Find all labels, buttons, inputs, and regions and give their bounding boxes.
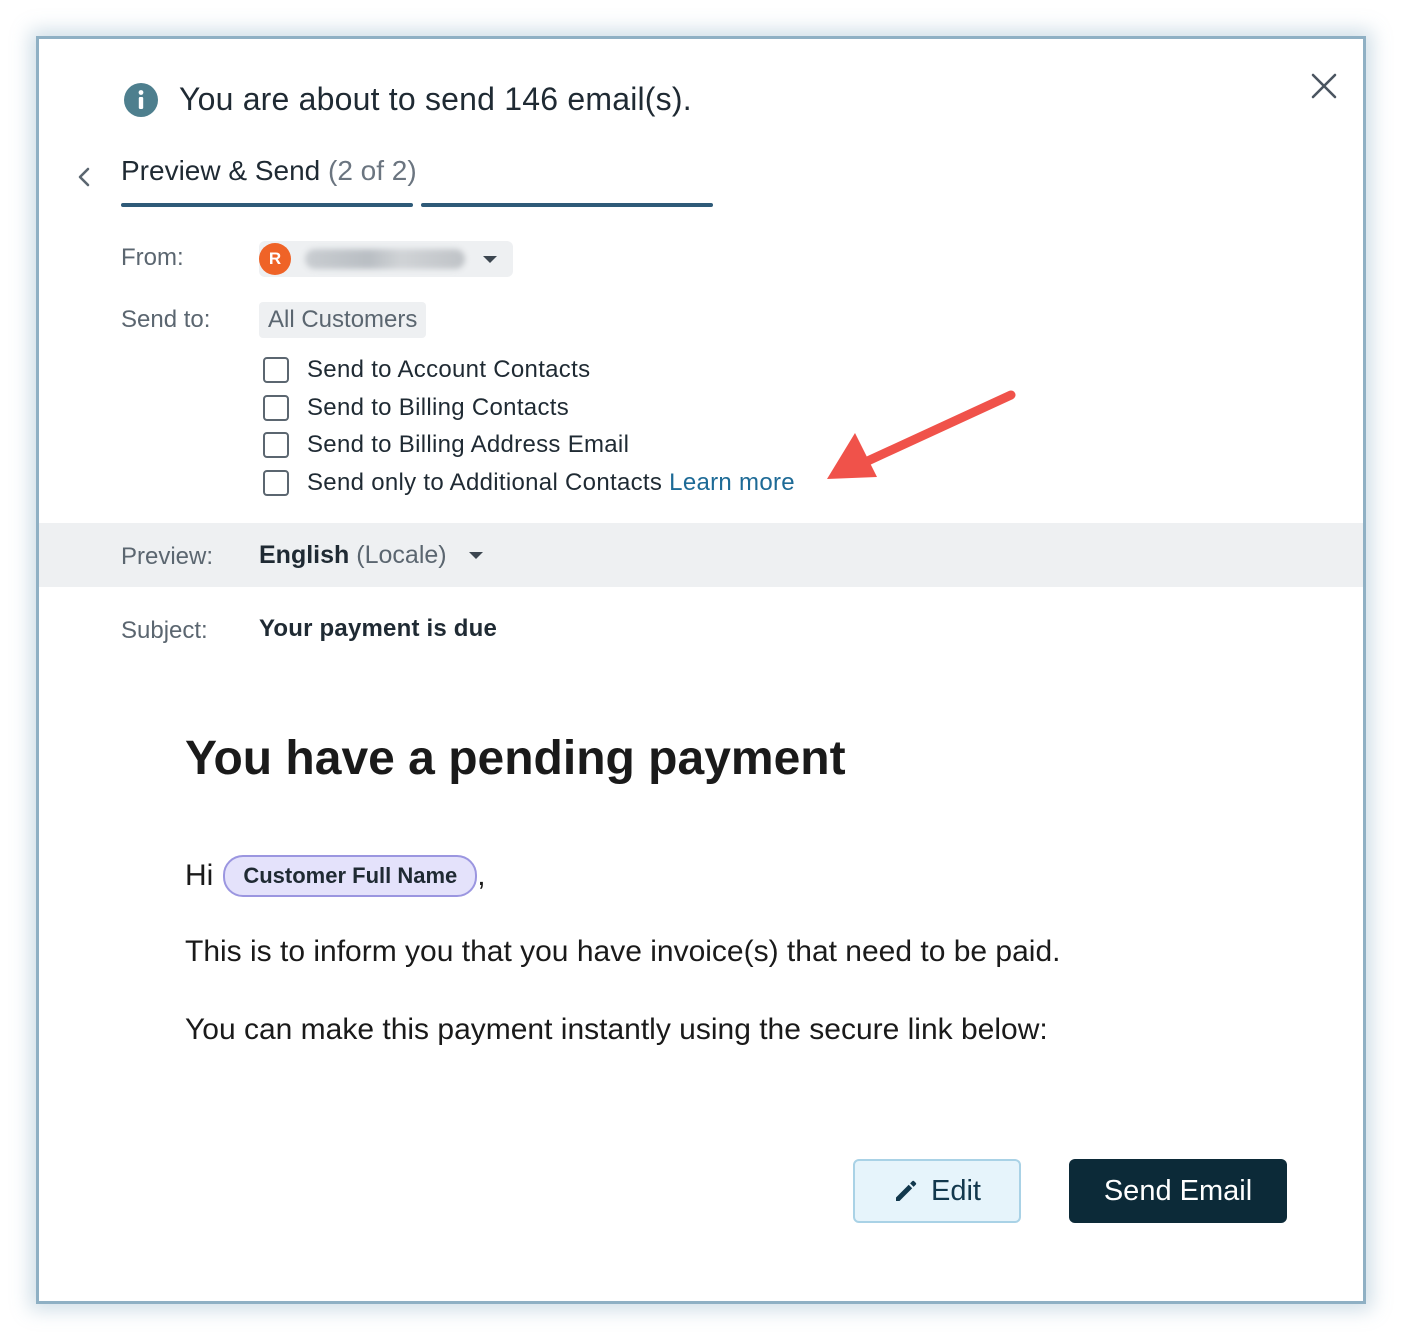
chevron-left-icon[interactable] xyxy=(73,163,95,191)
greeting-suffix: , xyxy=(477,859,486,892)
email-greeting: Hi Customer Full Name , xyxy=(185,855,486,897)
step-count: (2 of 2) xyxy=(328,155,417,186)
send-to-label: Send to: xyxy=(121,306,211,333)
merge-field-chip: Customer Full Name xyxy=(223,855,478,897)
edit-button[interactable]: Edit xyxy=(853,1159,1021,1223)
preview-band xyxy=(39,523,1363,587)
locale-select[interactable]: English (Locale) xyxy=(259,541,483,570)
from-select[interactable]: R xyxy=(259,241,513,277)
close-icon[interactable] xyxy=(1307,69,1341,103)
email-body-line-2: You can make this payment instantly usin… xyxy=(185,1013,1048,1046)
preview-label: Preview: xyxy=(121,543,214,570)
option-additional-contacts: Send only to Additional Contacts Learn m… xyxy=(263,469,795,497)
subject-label: Subject: xyxy=(121,617,208,644)
pencil-icon xyxy=(896,1180,917,1201)
sender-name-redacted xyxy=(305,249,465,269)
subject-value: Your payment is due xyxy=(259,615,498,642)
checkbox-billing-contacts[interactable] xyxy=(263,395,289,421)
option-billing-contacts: Send to Billing Contacts xyxy=(263,394,569,422)
checkbox-account-contacts[interactable] xyxy=(263,357,289,383)
option-billing-address-email: Send to Billing Address Email xyxy=(263,431,629,459)
email-body-line-1: This is to inform you that you have invo… xyxy=(185,935,1061,968)
option-label: Send to Account Contacts xyxy=(307,356,591,383)
annotation-arrow-icon xyxy=(827,390,1016,479)
avatar: R xyxy=(259,243,291,275)
step-progress-2 xyxy=(421,203,713,207)
chevron-down-icon xyxy=(483,255,497,263)
step-title: Preview & Send (2 of 2) xyxy=(121,155,417,187)
step-progress-1 xyxy=(121,203,413,207)
option-label: Send to Billing Contacts xyxy=(307,394,570,421)
option-label: Send to Billing Address Email xyxy=(307,431,630,458)
checkbox-additional-contacts[interactable] xyxy=(263,470,289,496)
send-email-dialog: You are about to send 146 email(s). Prev… xyxy=(36,36,1366,1304)
locale-language: English xyxy=(259,541,350,569)
step-title-label: Preview & Send xyxy=(121,155,321,186)
audience-tag: All Customers xyxy=(259,302,427,338)
email-heading: You have a pending payment xyxy=(185,732,846,785)
checkbox-billing-address-email[interactable] xyxy=(263,432,289,458)
greeting-text: Hi xyxy=(185,859,214,892)
from-label: From: xyxy=(121,244,184,271)
chevron-down-icon xyxy=(468,552,483,559)
locale-suffix: (Locale) xyxy=(356,541,447,569)
option-label: Send only to Additional Contacts xyxy=(307,469,663,496)
header-info: You are about to send 146 email(s). xyxy=(123,81,692,118)
send-email-button[interactable]: Send Email xyxy=(1069,1159,1287,1223)
info-circle-icon xyxy=(124,82,158,117)
header-message: You are about to send 146 email(s). xyxy=(179,81,692,117)
option-account-contacts: Send to Account Contacts xyxy=(263,356,590,384)
edit-button-label: Edit xyxy=(931,1174,981,1207)
learn-more-link[interactable]: Learn more xyxy=(669,469,795,497)
